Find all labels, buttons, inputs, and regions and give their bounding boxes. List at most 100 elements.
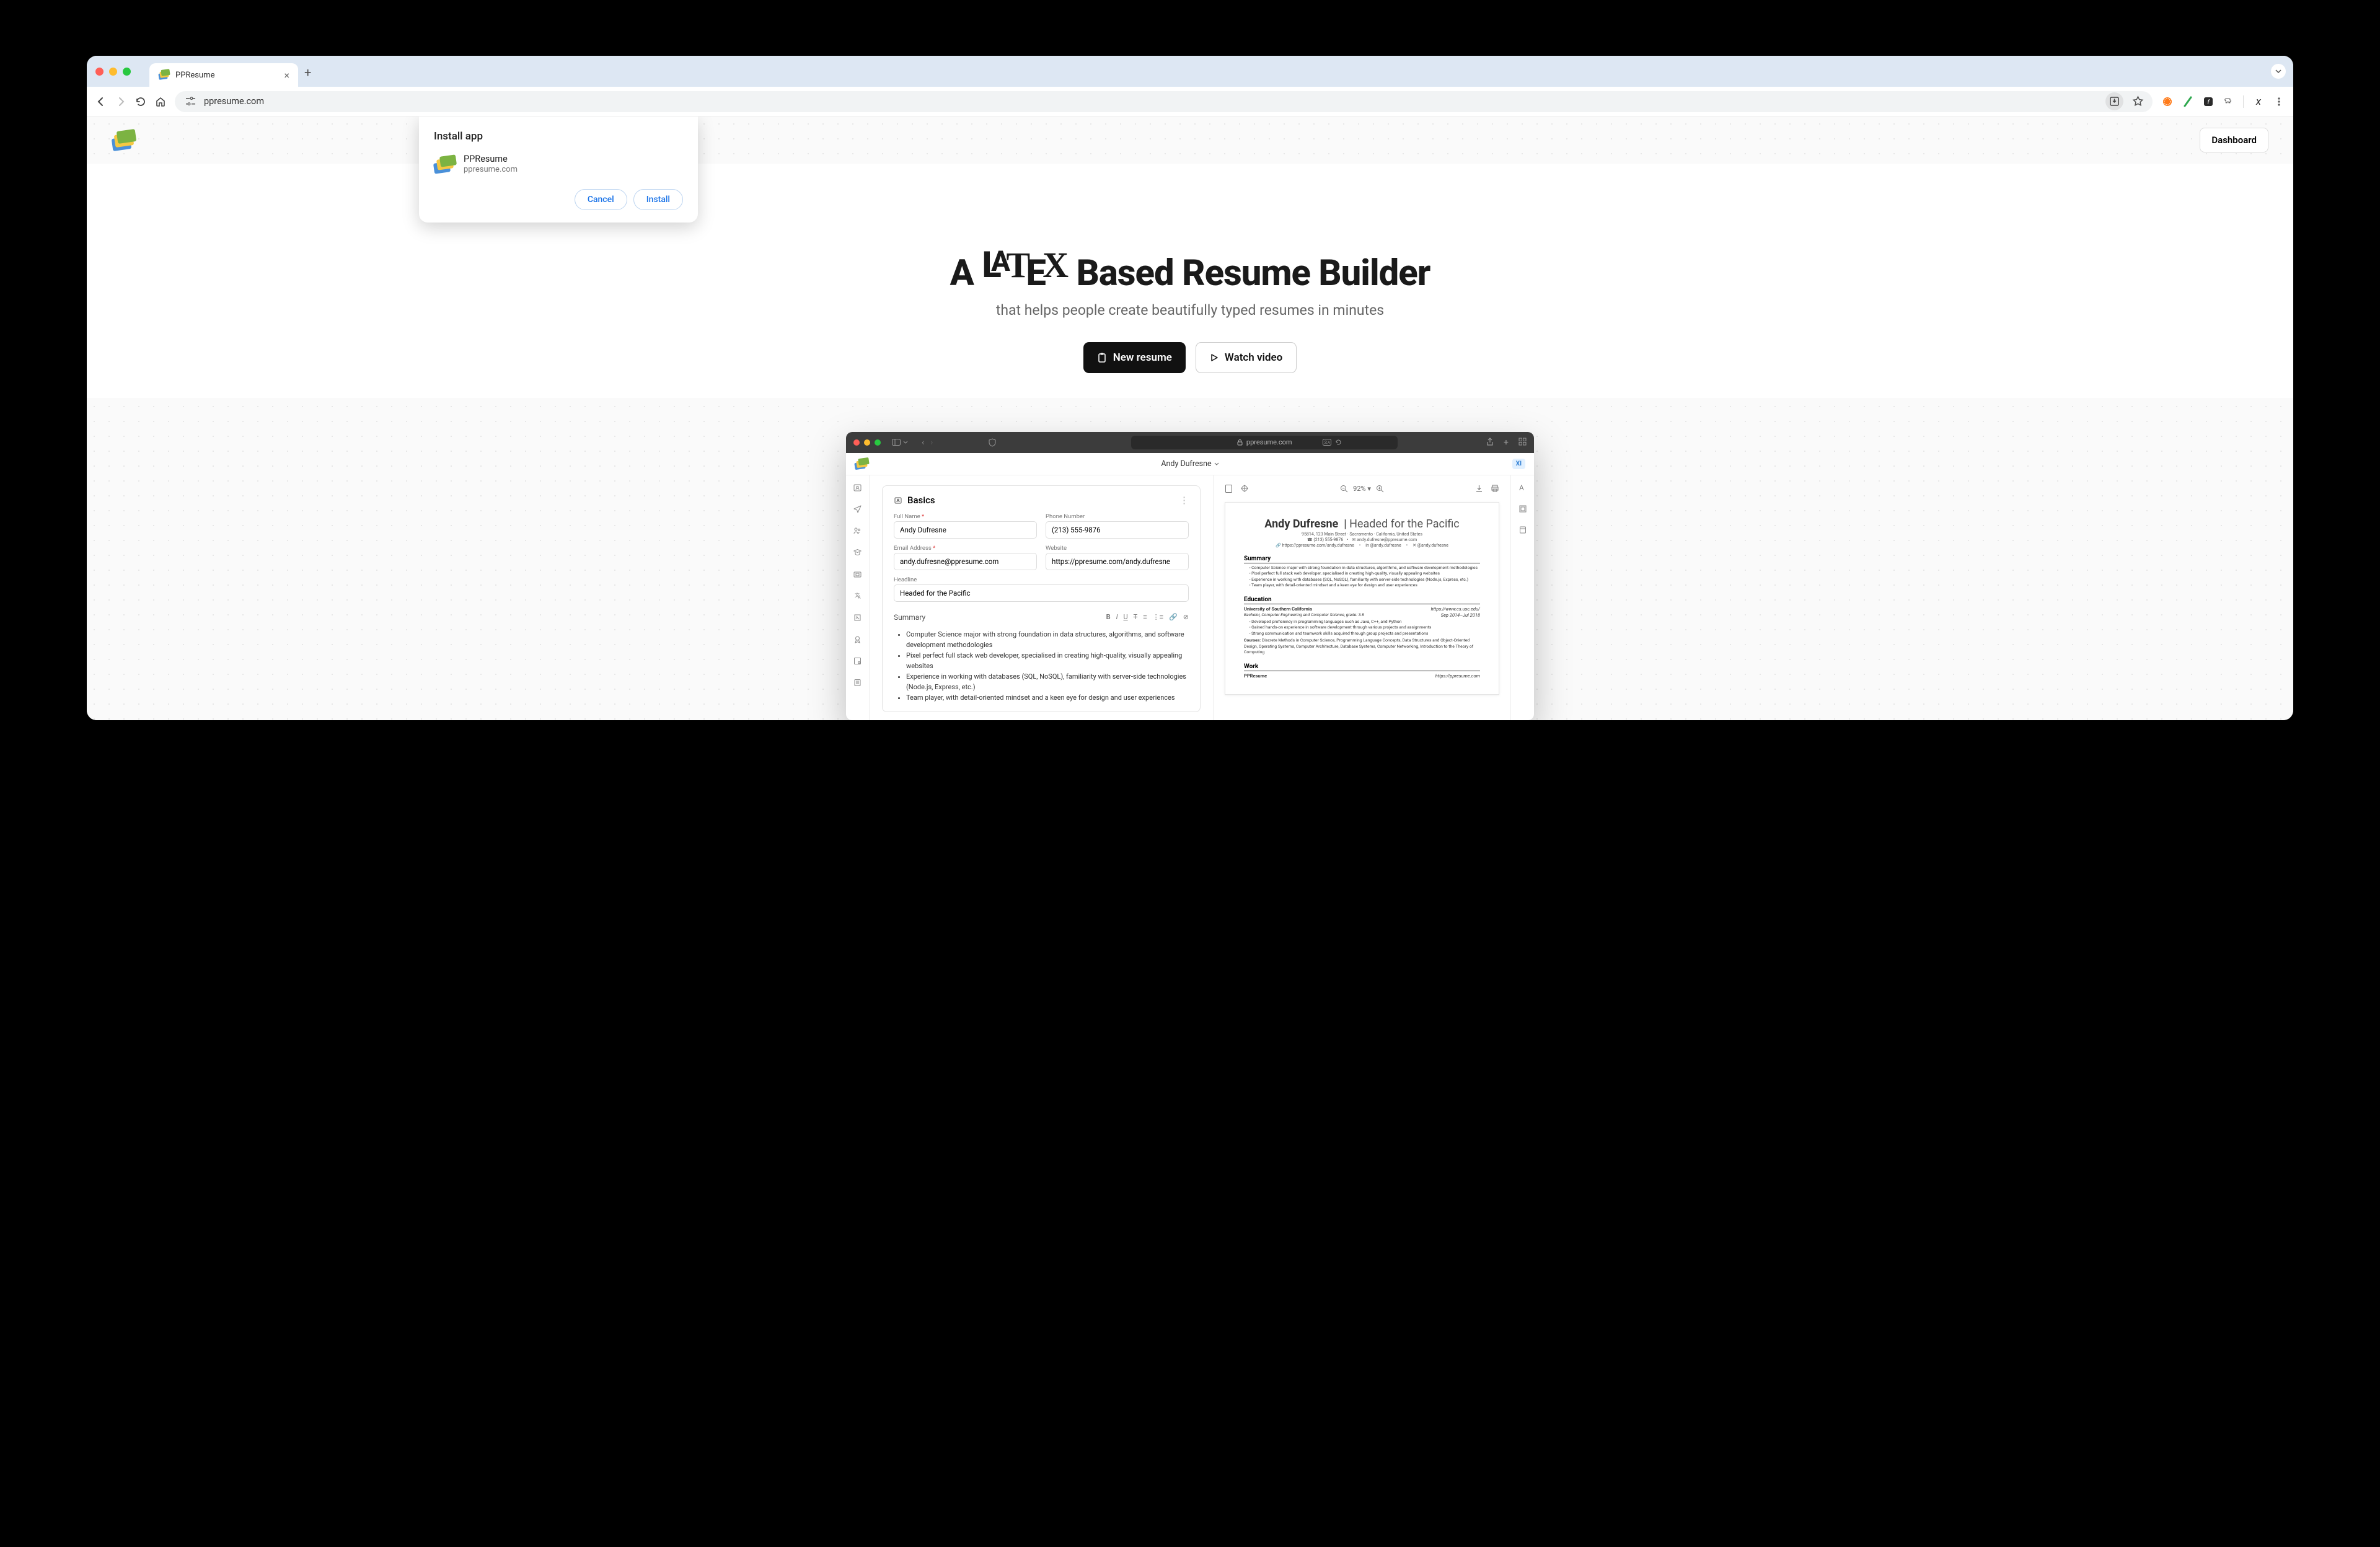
browser-menu-icon[interactable] [2273,95,2285,107]
strike-icon[interactable]: T [1134,613,1138,621]
email-input[interactable] [894,553,1037,570]
maximize-window-button[interactable] [123,68,131,76]
shield-icon [989,438,996,447]
tab-title: PPResume [175,71,278,80]
sidebar-awards-icon[interactable] [853,635,862,644]
grid-icon [1518,438,1527,446]
section-more-icon[interactable]: ⋮ [1179,495,1189,506]
screenshot-nav-arrows: ‹› [922,438,933,447]
preview-links: 🔗 https://ppresume.com/andy.dufresne• in… [1244,543,1480,548]
sidebar-work-icon[interactable] [853,570,862,579]
underline-icon[interactable]: U [1124,613,1128,621]
extension-icon-4[interactable]: x [2252,95,2264,107]
svg-text:A: A [858,595,861,600]
basics-icon [894,496,902,505]
hero-title: A LATEX Based Resume Builder [112,244,2268,294]
sidebar-skills-icon[interactable] [853,613,862,622]
list-icon[interactable]: ⋮≡ [1153,613,1163,621]
align-icon[interactable]: ≡ [1143,613,1147,621]
plus-icon: + [1504,438,1509,447]
website-label: Website [1046,545,1189,552]
forward-button[interactable] [115,96,126,107]
preview-contact: ☎ (213) 555-9876• ✉ andy.dufresne@ppresu… [1244,537,1480,542]
website-input[interactable] [1046,553,1189,570]
extension-icon-1[interactable] [2161,95,2173,107]
browser-window: PPResume × + ppresume.com [87,56,2293,720]
bookmark-icon[interactable] [2132,95,2144,107]
screenshot-right-sidebar: A [1510,475,1534,720]
url-text: ppresume.com [204,96,264,107]
extension-icon-3[interactable]: f [2202,95,2214,107]
resume-preview-document: Andy Dufresne | Headed for the Pacific 9… [1225,502,1499,695]
list-item: Pixel perfect full stack web developer, … [906,650,1189,671]
extensions-area: f x [2161,95,2285,108]
dashboard-button[interactable]: Dashboard [2200,128,2268,152]
address-bar[interactable]: ppresume.com [175,91,2153,112]
install-app-icon-large [434,156,455,173]
bold-icon[interactable]: B [1106,613,1111,621]
screenshot-left-sidebar: 文A [846,475,870,720]
watch-video-button[interactable]: Watch video [1196,342,1297,373]
install-app-icon[interactable] [2105,92,2123,110]
link-icon[interactable]: 🔗 [1169,613,1178,621]
screenshot-url-actions: 文A [1323,439,1342,446]
list-item: Developed proficiency in programming lan… [1249,619,1480,625]
layout-icon[interactable] [1518,505,1527,513]
site-settings-icon[interactable] [183,95,198,107]
sidebar-basics-icon[interactable] [853,483,862,492]
sidebar-education-icon[interactable] [853,548,862,557]
page-fit-icon[interactable] [1225,484,1233,493]
browser-tab[interactable]: PPResume × [149,63,298,87]
cancel-button[interactable]: Cancel [575,189,627,210]
headline-input[interactable] [894,584,1189,602]
extension-icon-2[interactable] [2182,95,2193,107]
close-tab-icon[interactable]: × [284,69,289,81]
screenshot-window-controls [853,439,881,446]
minimize-window-button[interactable] [109,68,117,76]
extensions-menu-icon[interactable] [2223,95,2234,107]
zoom-in-icon[interactable] [1376,485,1384,493]
back-button[interactable] [95,96,107,107]
summary-label: Summary [894,613,925,622]
phone-input[interactable] [1046,521,1189,539]
print-icon[interactable] [1491,484,1499,493]
lock-icon [1237,439,1243,446]
sidebar-certificates-icon[interactable] [853,656,862,666]
chevron-down-icon [1214,462,1219,465]
summary-bullet-list[interactable]: Computer Science major with strong found… [894,624,1189,703]
reload-button[interactable] [135,96,146,107]
sidebar-toggle-icon [892,439,908,446]
unlink-icon[interactable]: ⊘ [1183,613,1189,621]
install-button[interactable]: Install [633,189,683,210]
sidebar-languages-icon[interactable]: 文A [853,591,862,601]
zoom-value[interactable]: 92% ▾ [1353,485,1371,493]
install-app-domain: ppresume.com [464,165,518,174]
zoom-out-icon[interactable] [1340,485,1348,493]
home-button[interactable] [155,96,166,107]
xi-badge: XI [1512,459,1525,469]
download-icon[interactable] [1475,484,1483,493]
new-resume-label: New resume [1113,351,1172,364]
preview-work-title: Work [1244,663,1480,671]
site-logo[interactable] [112,130,135,150]
close-window-button[interactable] [95,68,104,76]
template-icon[interactable] [1518,526,1527,534]
install-app-popup: Install app PPResume ppresume.com Cancel… [419,117,698,223]
document-title: Andy Dufresne [1161,459,1219,469]
site-header: Dashboard [87,117,2293,164]
new-tab-button[interactable]: + [304,65,311,80]
headline-label: Headline [894,576,1189,583]
full-name-input[interactable] [894,521,1037,539]
new-resume-button[interactable]: New resume [1083,342,1186,373]
svg-text:文A: 文A [1324,440,1330,445]
tabs-dropdown-button[interactable] [2271,64,2286,79]
pan-icon[interactable] [1240,484,1249,493]
screenshot-titlebar: ‹› ppresume.com 文A + [846,432,1534,453]
screenshot-app-header: Andy Dufresne XI [846,453,1534,475]
screenshot-url-text: ppresume.com [1246,438,1292,446]
typography-icon[interactable]: A [1518,483,1527,492]
sidebar-location-icon[interactable] [853,505,862,514]
italic-icon[interactable]: I [1116,613,1118,621]
sidebar-publications-icon[interactable] [853,678,862,687]
sidebar-profiles-icon[interactable] [853,526,862,536]
